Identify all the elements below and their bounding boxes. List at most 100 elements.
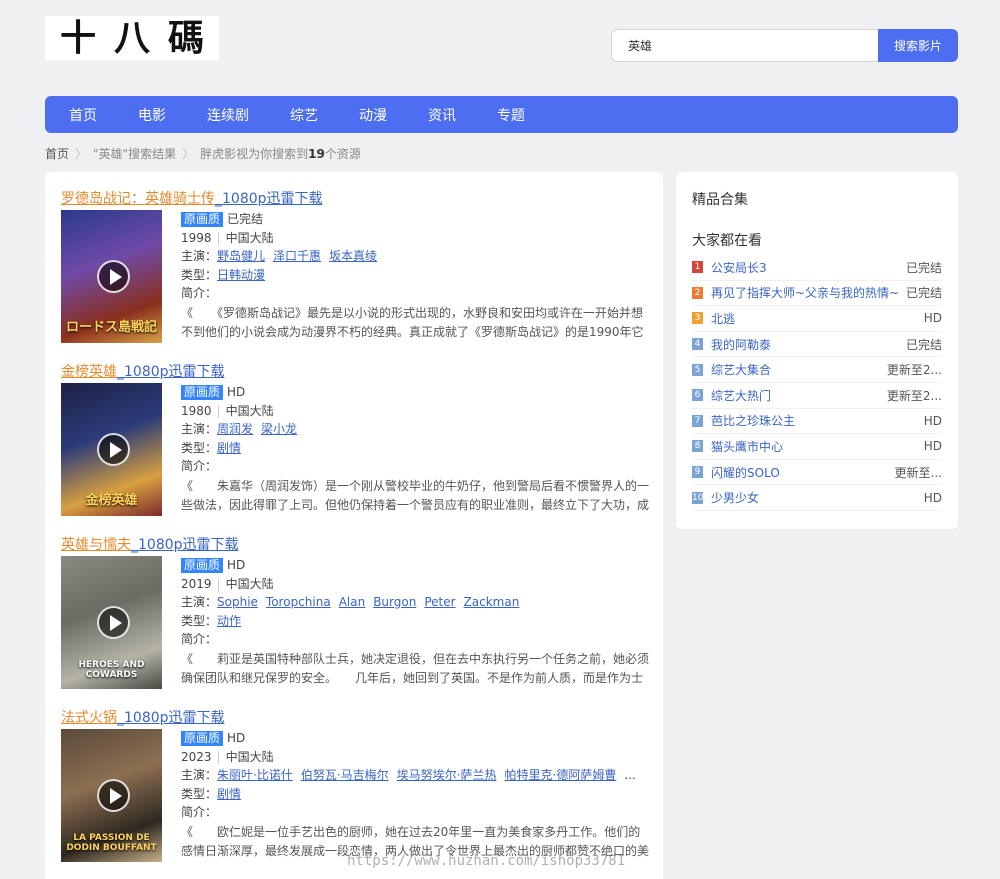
trending-title-link[interactable]: 综艺大集合 — [711, 361, 881, 378]
actor-link[interactable]: Sophie — [217, 595, 258, 609]
trending-title-link[interactable]: 我的阿勒泰 — [711, 336, 900, 353]
play-icon[interactable] — [97, 779, 130, 812]
result-title[interactable]: 罗德岛战记：英雄骑士传_1080p迅雷下载 — [61, 188, 323, 208]
rank-number: 5 — [692, 363, 703, 376]
result-item: 罗德岛战记：英雄骑士传_1080p迅雷下载 ロードス島戦記 原画质 已完结 199… — [61, 188, 651, 348]
play-icon[interactable] — [97, 433, 130, 466]
search-input[interactable] — [611, 29, 878, 62]
result-info: 原画质 已完结 1998 | 中国大陆 主演：野岛健儿 泽口千惠 坂本真绫 类型：日韩动漫… — [181, 210, 651, 342]
actor-link[interactable]: 帕特里克·德阿萨姆曹 — [505, 768, 617, 782]
divider: | — [216, 230, 221, 245]
logo-char: 八 — [113, 17, 150, 59]
actor-link[interactable]: 伯努瓦·马吉梅尔 — [301, 768, 389, 782]
result-name-link[interactable]: 法式火锅 — [61, 710, 117, 726]
nav-home[interactable]: 首页 — [69, 105, 97, 125]
genre-link[interactable]: 剧情 — [217, 787, 241, 801]
actor-link[interactable]: Burgon — [373, 595, 416, 609]
nav-news[interactable]: 资讯 — [428, 105, 456, 125]
actor-link[interactable]: 梁小龙 — [261, 422, 297, 436]
rank-number: 9 — [692, 466, 703, 479]
nav-movie[interactable]: 电影 — [138, 105, 166, 125]
trending-item[interactable]: 10 少男少女 HD — [692, 485, 942, 511]
trending-item[interactable]: 1 公安局长3 已完结 — [692, 255, 942, 281]
result-name-link[interactable]: 罗德岛战记：英雄骑士传 — [61, 191, 215, 207]
divider: | — [216, 576, 221, 591]
rank-number: 3 — [692, 312, 703, 325]
collections-heading[interactable]: 精品合集 — [692, 189, 748, 209]
actor-link[interactable]: Toropchina — [266, 595, 331, 609]
rank-number: 7 — [692, 414, 703, 427]
result-title[interactable]: 英雄与懦夫_1080p迅雷下载 — [61, 534, 239, 554]
trending-title-link[interactable]: 公安局长3 — [711, 259, 900, 276]
trending-status: 已完结 — [905, 337, 942, 352]
trending-title-link[interactable]: 北逃 — [711, 310, 918, 327]
result-download-link[interactable]: _1080p迅雷下载 — [117, 364, 225, 380]
trending-title-link[interactable]: 综艺大热门 — [711, 387, 881, 404]
actor-link[interactable]: Alan — [339, 595, 366, 609]
trending-status: HD — [923, 311, 942, 326]
actor-link[interactable]: 泽口千惠 — [273, 249, 321, 263]
nav-series[interactable]: 连续剧 — [207, 105, 249, 125]
actor-link[interactable]: 野岛健儿 — [217, 249, 265, 263]
result-info: 原画质 HD 2023 | 中国大陆 主演：朱丽叶·比诺什 伯努瓦·马吉梅尔 埃马努埃尔·… — [181, 729, 651, 861]
results-panel: 罗德岛战记：英雄骑士传_1080p迅雷下载 ロードス島戦記 原画质 已完结 199… — [45, 172, 663, 879]
actor-link[interactable]: 朱丽叶·比诺什 — [217, 768, 293, 782]
trending-title-link[interactable]: 再见了指挥大师~父亲与我的热情~ — [711, 284, 900, 301]
trending-title-link[interactable]: 芭比之珍珠公主 — [711, 412, 918, 429]
trending-item[interactable]: 8 猫头鹰市中心 HD — [692, 434, 942, 460]
result-download-link[interactable]: _1080p迅雷下载 — [215, 191, 323, 207]
trending-status: 更新至... — [894, 465, 942, 480]
actors-label: 主演： — [181, 595, 218, 609]
actor-link[interactable]: 周润发 — [217, 422, 253, 436]
search-button[interactable]: 搜索影片 — [878, 29, 958, 62]
result-download-link[interactable]: _1080p迅雷下载 — [131, 537, 239, 553]
breadcrumb-home[interactable]: 首页 — [45, 145, 69, 162]
result-name-link[interactable]: 金榜英雄 — [61, 364, 117, 380]
genre-link[interactable]: 剧情 — [217, 441, 241, 455]
site-logo[interactable]: 十八碼 — [45, 16, 219, 60]
result-description: 《 莉亚是英国特种部队士兵，她决定退役，但在去中东执行另一个任务之前，她必须确保… — [181, 651, 650, 685]
nav-topics[interactable]: 专题 — [497, 105, 525, 125]
trending-title-link[interactable]: 猫头鹰市中心 — [711, 438, 918, 455]
trending-item[interactable]: 2 再见了指挥大师~父亲与我的热情~ 已完结 — [692, 281, 942, 307]
trending-title-link[interactable]: 闪耀的SOLO — [711, 464, 889, 481]
type-label: 类型： — [181, 613, 218, 628]
result-title[interactable]: 法式火锅_1080p迅雷下载 — [61, 707, 225, 727]
trending-item[interactable]: 5 综艺大集合 更新至2... — [692, 357, 942, 383]
trending-item[interactable]: 3 北逃 HD — [692, 306, 942, 332]
poster-image[interactable]: 金榜英雄 — [61, 383, 162, 516]
genre-link[interactable]: 日韩动漫 — [217, 268, 265, 282]
result-download-link[interactable]: _1080p迅雷下载 — [117, 710, 225, 726]
quality-badge: 原画质 — [181, 385, 224, 400]
trending-status: HD — [923, 413, 942, 428]
actor-link[interactable]: 埃马努埃尔·萨兰热 — [397, 768, 497, 782]
actors-label: 主演： — [181, 768, 218, 782]
logo-char: 碼 — [167, 17, 204, 59]
actors-label: 主演： — [181, 249, 218, 263]
nav-anime[interactable]: 动漫 — [359, 105, 387, 125]
trending-item[interactable]: 4 我的阿勒泰 已完结 — [692, 332, 942, 358]
status-text: HD — [227, 558, 246, 572]
poster-image[interactable]: HEROES AND COWARDS — [61, 556, 162, 689]
actor-link[interactable]: Peter — [424, 595, 455, 609]
genre-link[interactable]: 动作 — [217, 614, 241, 628]
play-icon[interactable] — [97, 606, 130, 639]
result-name-link[interactable]: 英雄与懦夫 — [61, 537, 131, 553]
actor-link[interactable]: Zackman — [464, 595, 520, 609]
breadcrumb-query: "英雄"搜索结果 — [93, 147, 177, 161]
poster-image[interactable]: LA PASSION DE DODIN BOUFFANT — [61, 729, 162, 862]
result-title[interactable]: 金榜英雄_1080p迅雷下载 — [61, 361, 225, 381]
poster-image[interactable]: ロードス島戦記 — [61, 210, 162, 343]
sidebar: 精品合集 大家都在看 1 公安局长3 已完结 2 再见了指挥大师~父亲与我的热情… — [676, 172, 958, 529]
nav-variety[interactable]: 综艺 — [290, 105, 318, 125]
actor-link[interactable]: 坂本真绫 — [329, 249, 377, 263]
intro-label: 简介： — [181, 459, 218, 473]
result-description: 《 朱嘉华（周润发饰）是一个刚从警校毕业的牛奶仔，他到警局后看不惯警界人的一些做… — [181, 478, 650, 512]
trending-item[interactable]: 6 综艺大热门 更新至2... — [692, 383, 942, 409]
trending-title-link[interactable]: 少男少女 — [711, 489, 918, 506]
trending-item[interactable]: 7 芭比之珍珠公主 HD — [692, 409, 942, 435]
intro-label: 简介： — [181, 286, 218, 300]
poster-caption: HEROES AND COWARDS — [78, 660, 145, 681]
trending-item[interactable]: 9 闪耀的SOLO 更新至... — [692, 460, 942, 486]
play-icon[interactable] — [97, 260, 130, 293]
